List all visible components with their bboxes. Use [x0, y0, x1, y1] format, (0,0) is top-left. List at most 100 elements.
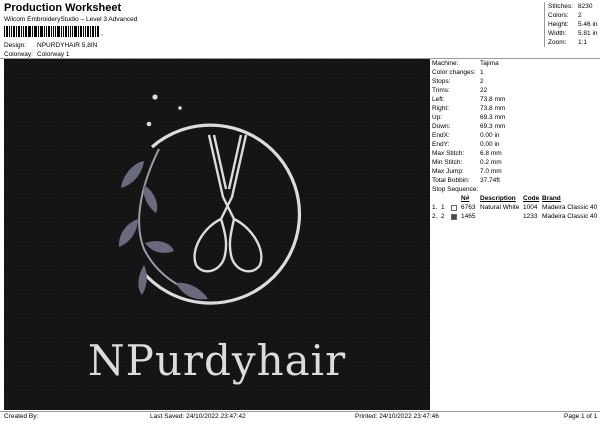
- barcode-bar: [84, 26, 86, 37]
- barcode-bar: [64, 26, 67, 37]
- dot: [146, 121, 152, 127]
- column-header: [431, 194, 441, 203]
- info-label: Max Stitch:: [432, 150, 465, 157]
- table-cell: 1: [441, 204, 445, 211]
- software-name: Wilcom EmbroideryStudio – Level 3 Advanc…: [4, 16, 138, 23]
- dot: [152, 94, 158, 100]
- info-label: Right:: [432, 105, 449, 112]
- stat-row: Colors: 2: [548, 11, 600, 20]
- barcode-bar: [45, 26, 47, 37]
- stat-label: Height:: [548, 21, 569, 28]
- column-header: [451, 194, 461, 203]
- table-cell: 1233: [523, 213, 538, 220]
- stat-value: 8230: [578, 3, 593, 10]
- design-row: Design: NPURDYHAIR 5,8IN: [4, 42, 97, 49]
- embroidery-artwork: NPurdyhair: [4, 59, 430, 410]
- stop-sequence-title: Stop Sequence:: [432, 186, 479, 193]
- design-wordmark: NPurdyhair: [88, 336, 346, 385]
- info-row: Total Bobbin: 37.74ft: [431, 176, 600, 185]
- table-row: 1. 1 6763 Natural White 1004 Madeira Classic …: [431, 203, 600, 212]
- column-header: Brand: [542, 195, 561, 202]
- barcode-bar: [89, 26, 91, 37]
- page-title: Production Worksheet: [4, 2, 122, 14]
- info-label: EndY:: [432, 141, 450, 148]
- barcode-bar: [61, 26, 63, 37]
- barcode-bar: [74, 26, 78, 37]
- info-row: EndY: 0.00 in: [431, 140, 600, 149]
- info-value: 7.0 mm: [480, 168, 502, 175]
- column-header: [441, 194, 451, 203]
- table-row: 2. 2 1465 1233 Madeira Classic 40: [431, 212, 600, 221]
- stat-row: Width: 5.81 in: [548, 29, 600, 38]
- barcode-bar: [31, 26, 33, 37]
- info-label: Color changes:: [432, 69, 476, 76]
- table-cell: Madeira Classic 40: [542, 213, 598, 220]
- barcode-bar: [52, 26, 55, 37]
- info-row: Color changes: 1: [431, 68, 600, 77]
- info-value: Tajima: [480, 60, 499, 67]
- info-value: 6.8 mm: [480, 150, 502, 157]
- colorway-label: Colorway:: [4, 51, 33, 58]
- info-row: Right: 73.8 mm: [431, 104, 600, 113]
- barcode-bar: [12, 26, 16, 37]
- barcode-bar: [27, 26, 31, 37]
- info-row: Up: 69.3 mm: [431, 113, 600, 122]
- info-label: Trims:: [432, 87, 450, 94]
- stat-row: Height: 5.46 in: [548, 20, 600, 29]
- barcode-bar: [95, 26, 97, 37]
- barcode-bar: [5, 26, 8, 37]
- barcode-bar: [40, 26, 43, 37]
- barcode-bar: [23, 26, 24, 37]
- barcode-bar: [83, 26, 84, 37]
- table-cell: [451, 212, 461, 221]
- barcode-bar: [55, 26, 57, 37]
- stats-panel: Stitches: 8230 Colors: 2 Height: 5.46 in Wi…: [544, 2, 600, 47]
- barcode-bar: [18, 26, 21, 37]
- barcode-bar: [4, 26, 5, 37]
- barcode-bar: [35, 26, 38, 37]
- column-header: Code: [523, 195, 540, 202]
- stat-label: Stitches:: [548, 3, 573, 10]
- machine-info-panel: Machine: Tajima Color changes: 1 Stops: 2 Trim…: [431, 59, 600, 221]
- color-swatch: [451, 213, 457, 220]
- stop-sequence-table: N# Description Code Brand 1. 1 6763 Natural Whi…: [431, 194, 600, 221]
- barcode-bar: [63, 26, 64, 37]
- info-label: Min Stitch:: [432, 159, 463, 166]
- barcode-bar: [57, 26, 61, 37]
- info-value: 73.8 mm: [480, 105, 506, 112]
- info-row: Trims: 22: [431, 86, 600, 95]
- barcode-bar: [91, 26, 95, 37]
- barcode-bar: [86, 26, 89, 37]
- info-row: Min Stitch: 0.2 mm: [431, 158, 600, 167]
- info-label: Stops:: [432, 78, 451, 85]
- table-cell: 2.: [432, 213, 438, 220]
- barcode-bar: [50, 26, 52, 37]
- stat-value: 2: [578, 12, 582, 19]
- barcode-bar: [80, 26, 83, 37]
- info-label: Max Jump:: [432, 168, 464, 175]
- design-label: Design:: [4, 42, 27, 49]
- footer-last-saved: Last Saved: 24/10/2022 23:47:42: [150, 413, 246, 420]
- column-header: Description: [480, 195, 516, 202]
- table-cell: 2: [441, 213, 445, 220]
- table-cell: [480, 212, 523, 221]
- barcode-bar: [67, 26, 69, 37]
- barcode-separator: ,: [101, 30, 103, 37]
- column-header: N#: [461, 195, 470, 202]
- barcode-bar: [24, 26, 27, 37]
- stat-label: Zoom:: [548, 39, 567, 46]
- info-value: 2: [480, 78, 484, 85]
- barcode-bar: [33, 26, 35, 37]
- stat-value: 1:1: [578, 39, 588, 46]
- info-value: 69.3 mm: [480, 123, 506, 130]
- info-row: EndX: 0.00 in: [431, 131, 600, 140]
- table-cell: Madeira Classic 40: [542, 204, 598, 211]
- barcode-bar: [21, 26, 23, 37]
- table-header: N# Description Code Brand: [431, 194, 600, 203]
- info-value: 69.3 mm: [480, 114, 506, 121]
- info-value: 1: [480, 69, 484, 76]
- table-cell: 6763: [461, 204, 476, 211]
- table-cell: 1.: [432, 204, 438, 211]
- info-label: Down:: [432, 123, 451, 130]
- footer-printed: Printed: 24/10/2022 23:47:46: [355, 413, 439, 420]
